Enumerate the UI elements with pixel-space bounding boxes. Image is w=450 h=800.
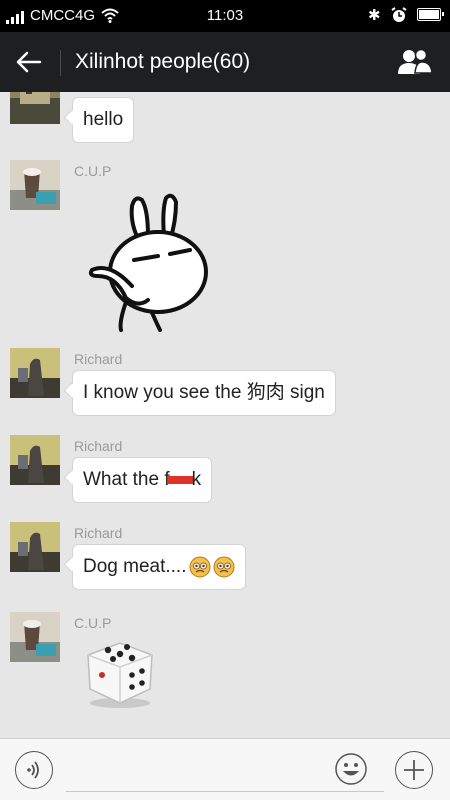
- plus-icon: [404, 760, 424, 780]
- sender-name: Richard: [74, 351, 123, 367]
- back-arrow-icon[interactable]: [14, 48, 44, 76]
- status-bar: CMCC4G 11:03 ✱: [0, 0, 450, 32]
- clock: 11:03: [206, 7, 244, 24]
- message-text: Dog meat....: [83, 556, 187, 577]
- rabbit-sticker[interactable]: [86, 190, 214, 332]
- sender-name: C.U.P: [74, 615, 112, 631]
- battery-icon: [417, 8, 444, 21]
- worried-face-icon: [213, 556, 234, 578]
- voice-icon: [27, 761, 39, 779]
- censor-mark: [167, 475, 194, 484]
- avatar[interactable]: [10, 160, 60, 210]
- sender-name: Richard: [74, 438, 123, 454]
- more-options-button[interactable]: [395, 751, 433, 789]
- dice-sticker[interactable]: [80, 637, 158, 709]
- voice-button[interactable]: [15, 751, 53, 789]
- smiley-icon[interactable]: [334, 752, 368, 786]
- message-bubble[interactable]: I know you see the 狗肉 sign: [72, 370, 336, 416]
- avatar[interactable]: [10, 435, 60, 485]
- avatar[interactable]: [10, 348, 60, 398]
- sender-name: Richard: [74, 525, 123, 541]
- message-list[interactable]: hello C.U.P Richard I know you see the 狗…: [0, 92, 450, 738]
- avatar[interactable]: [10, 92, 60, 124]
- alarm-icon: [391, 7, 407, 22]
- chat-header: Xilinhot people(60): [0, 32, 450, 92]
- message-bubble[interactable]: What the f k: [72, 457, 213, 503]
- sender-name: C.U.P: [74, 163, 112, 179]
- message-bubble[interactable]: hello: [72, 97, 135, 143]
- header-divider: [60, 50, 61, 76]
- avatar[interactable]: [10, 522, 60, 572]
- avatar[interactable]: [10, 612, 60, 662]
- bluetooth-icon: ✱: [368, 7, 381, 24]
- message-input-bar: [0, 738, 450, 800]
- chat-title: Xilinhot people(60): [75, 50, 251, 73]
- message-text: hello: [83, 109, 124, 130]
- group-members-icon[interactable]: [397, 47, 433, 77]
- message-text: I know you see the 狗肉 sign: [83, 382, 325, 403]
- worried-face-icon: [189, 556, 210, 578]
- message-bubble[interactable]: Dog meat....: [72, 544, 246, 590]
- message-text-end: k: [191, 469, 202, 490]
- message-text: What the f: [83, 469, 170, 490]
